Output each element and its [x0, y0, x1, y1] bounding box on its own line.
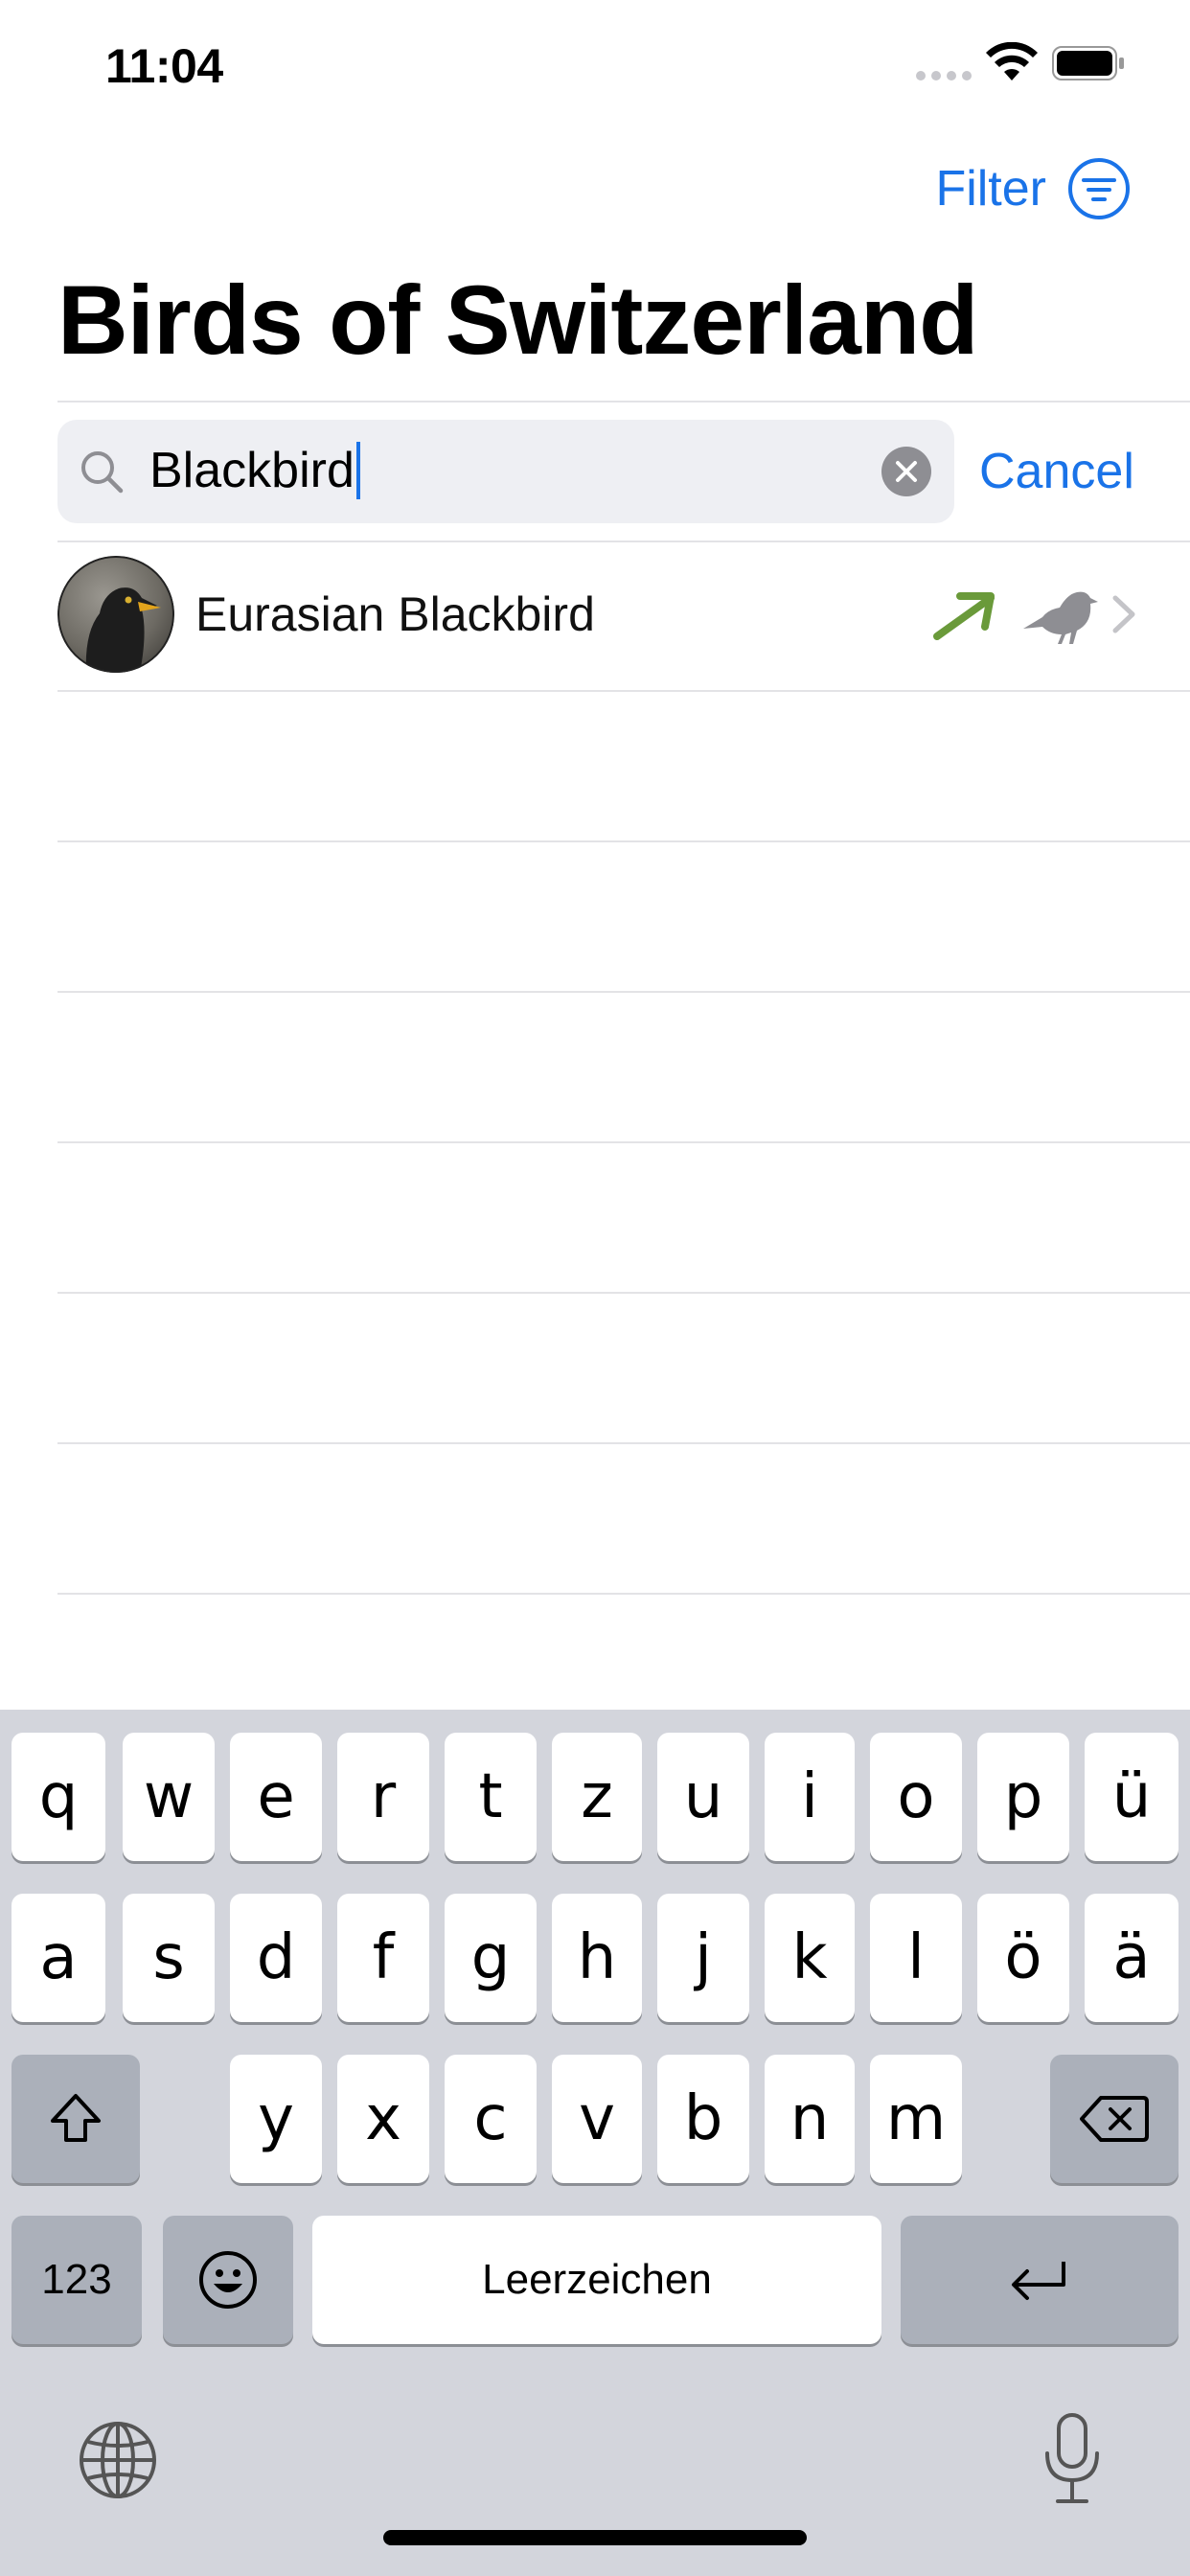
divider [57, 1442, 1190, 1444]
bird-icon [1023, 591, 1098, 644]
key-u[interactable]: u [657, 1733, 749, 1861]
key-u-umlaut[interactable]: ü [1085, 1733, 1179, 1861]
key-h[interactable]: h [552, 1894, 642, 2022]
key-t[interactable]: t [445, 1733, 537, 1861]
microphone-icon[interactable] [1041, 2411, 1104, 2507]
status-bar: 11:04 [0, 0, 1190, 134]
key-a[interactable]: a [11, 1894, 105, 2022]
bird-name: Eurasian Blackbird [195, 587, 595, 641]
cancel-button[interactable]: Cancel [979, 443, 1134, 500]
filter-icon [1068, 158, 1130, 219]
divider [57, 840, 1190, 842]
filter-label: Filter [935, 161, 1046, 217]
divider [57, 1593, 1190, 1595]
status-time: 11:04 [105, 39, 223, 93]
key-a-umlaut[interactable]: ä [1085, 1894, 1179, 2022]
key-r[interactable]: r [337, 1733, 429, 1861]
search-field[interactable]: Blackbird [57, 420, 954, 523]
key-z[interactable]: z [552, 1733, 642, 1861]
key-v[interactable]: v [552, 2055, 642, 2183]
key-g[interactable]: g [445, 1894, 537, 2022]
divider [57, 1141, 1190, 1143]
key-s[interactable]: s [123, 1894, 215, 2022]
search-value: Blackbird [149, 443, 355, 498]
wifi-icon [986, 42, 1038, 80]
key-x[interactable]: x [337, 2055, 429, 2183]
key-e[interactable]: e [230, 1733, 322, 1861]
bird-avatar [57, 556, 174, 673]
shift-icon [51, 2094, 101, 2142]
shift-key[interactable] [11, 2055, 140, 2183]
globe-icon[interactable] [77, 2419, 159, 2501]
backspace-icon [1080, 2096, 1149, 2142]
trend-up-arrow-icon [933, 592, 995, 640]
search-input[interactable]: Blackbird [149, 441, 360, 500]
emoji-key[interactable] [163, 2216, 293, 2344]
text-cursor [355, 442, 360, 499]
chevron-right-icon [1112, 595, 1135, 633]
divider [57, 401, 1190, 402]
key-m[interactable]: m [870, 2055, 962, 2183]
key-d[interactable]: d [230, 1894, 322, 2022]
key-y[interactable]: y [230, 2055, 322, 2183]
search-icon [81, 451, 124, 494]
filter-button[interactable]: Filter [935, 157, 1131, 220]
page-title: Birds of Switzerland [57, 265, 978, 375]
cellular-signal-icon [916, 71, 972, 80]
key-l[interactable]: l [870, 1894, 962, 2022]
home-indicator [383, 2530, 807, 2545]
key-w[interactable]: w [123, 1733, 215, 1861]
battery-icon [1052, 46, 1124, 80]
divider [57, 991, 1190, 993]
key-f[interactable]: f [337, 1894, 429, 2022]
key-o-umlaut[interactable]: ö [977, 1894, 1069, 2022]
key-p[interactable]: p [977, 1733, 1069, 1861]
key-q[interactable]: q [11, 1733, 105, 1861]
key-i[interactable]: i [765, 1733, 855, 1861]
key-n[interactable]: n [765, 2055, 855, 2183]
emoji-icon [199, 2251, 257, 2309]
key-b[interactable]: b [657, 2055, 749, 2183]
clear-search-button[interactable] [881, 447, 931, 496]
return-icon [1012, 2262, 1065, 2300]
delete-key[interactable] [1050, 2055, 1179, 2183]
key-c[interactable]: c [445, 2055, 537, 2183]
return-key[interactable] [901, 2216, 1179, 2344]
divider [57, 690, 1190, 692]
key-k[interactable]: k [765, 1894, 855, 2022]
key-j[interactable]: j [657, 1894, 749, 2022]
close-icon [896, 461, 917, 482]
divider [57, 1292, 1190, 1294]
numbers-key[interactable]: 123 [11, 2216, 142, 2344]
list-item[interactable]: Eurasian Blackbird [57, 542, 1190, 690]
space-key[interactable]: Leerzeichen [312, 2216, 881, 2344]
key-o[interactable]: o [870, 1733, 962, 1861]
